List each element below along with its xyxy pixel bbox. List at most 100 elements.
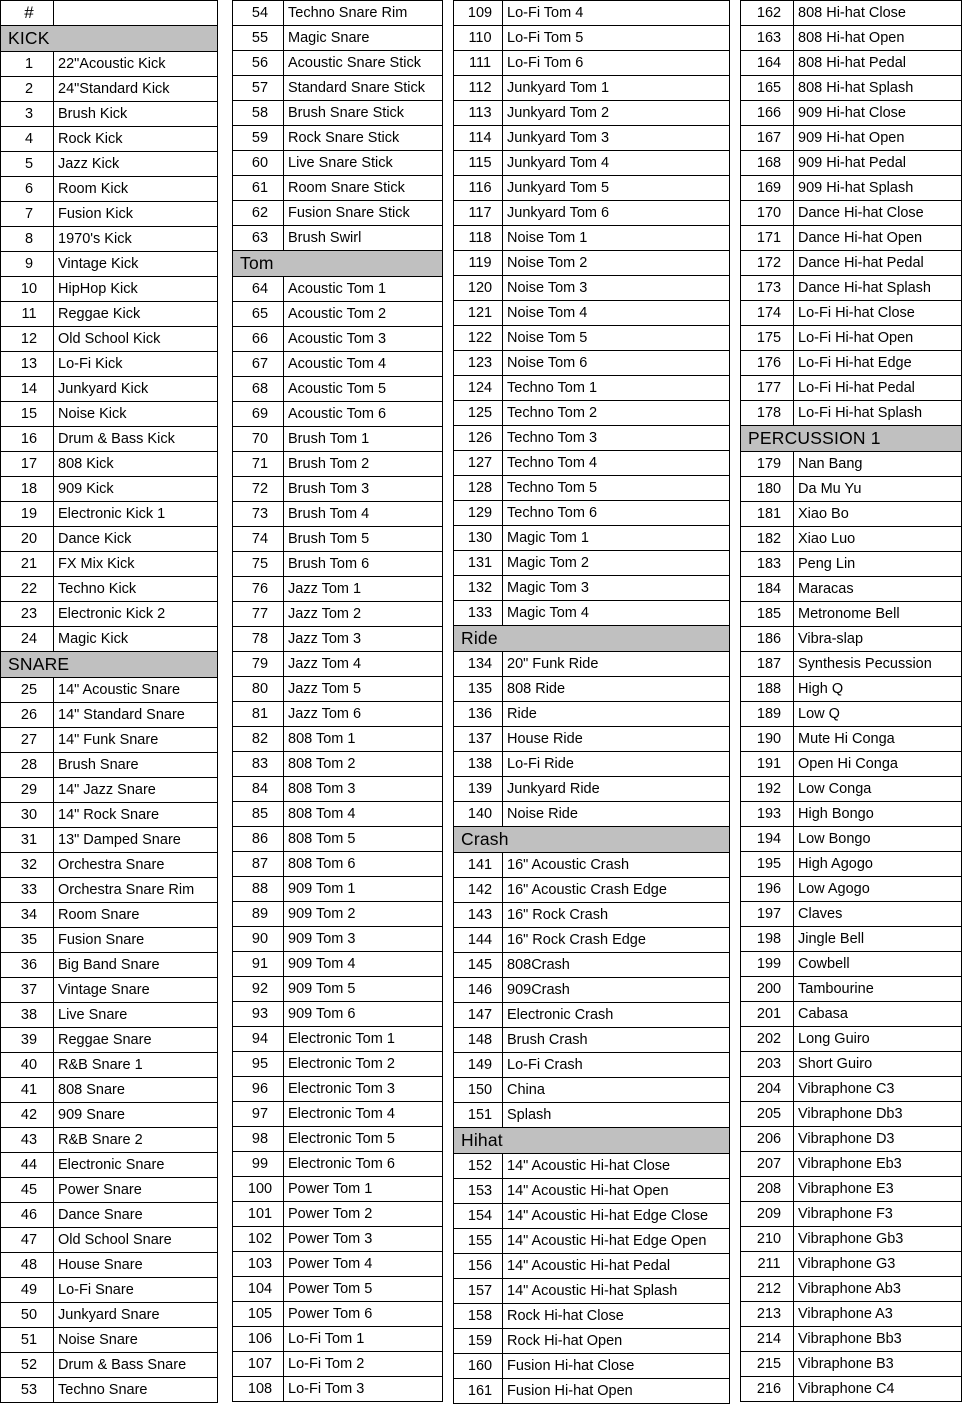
instrument-number: 173 [740,275,794,301]
instrument-number: 203 [740,1051,794,1077]
instrument-number: 73 [232,501,284,527]
instrument-number: 214 [740,1326,794,1352]
instrument-number: 87 [232,851,284,877]
instrument-name: Vibraphone Db3 [793,1101,962,1127]
instrument-number: 137 [453,726,503,752]
instrument-name: Techno Tom 1 [502,375,730,401]
instrument-name: Noise Kick [53,401,218,427]
column-header-number: # [0,0,54,26]
instrument-number: 64 [232,276,284,302]
table-row: 187 Synthesis Pecussion [740,651,962,677]
instrument-name: Lo-Fi Tom 6 [502,50,730,76]
instrument-name: Noise Tom 2 [502,250,730,276]
table-row: 84 808 Tom 3 [232,776,443,802]
instrument-number: 92 [232,976,284,1002]
table-row: 34 Room Snare [0,902,218,928]
instrument-name: Power Tom 3 [283,1226,443,1252]
section-header-row: SNARE [0,651,218,678]
instrument-number: 147 [453,1002,503,1028]
instrument-name: Fusion Hi-hat Close [502,1353,730,1379]
instrument-name: Brush Tom 3 [283,476,443,502]
instrument-name: Electronic Tom 2 [283,1051,443,1077]
instrument-number: 37 [0,977,54,1003]
instrument-number: 193 [740,801,794,827]
instrument-number: 194 [740,826,794,852]
table-row: 176 Lo-Fi Hi-hat Edge [740,350,962,376]
instrument-name: Reggae Kick [53,301,218,327]
table-row: 8 1970's Kick [0,226,218,252]
section-header-row: Ride [453,625,730,652]
instrument-name: HipHop Kick [53,276,218,302]
instrument-name: Jazz Tom 5 [283,676,443,702]
table-row: 206 Vibraphone D3 [740,1126,962,1152]
instrument-number: 17 [0,451,54,477]
instrument-number: 184 [740,576,794,602]
instrument-number: 148 [453,1027,503,1053]
instrument-number: 7 [0,201,54,227]
table-row: 144 16" Rock Crash Edge [453,927,730,953]
instrument-number: 103 [232,1251,284,1277]
table-row: 193 High Bongo [740,801,962,827]
instrument-number: 44 [0,1152,54,1178]
table-row: 31 13" Damped Snare [0,827,218,853]
table-row: 109 Lo-Fi Tom 4 [453,0,730,26]
instrument-number: 1 [0,51,54,77]
instrument-number: 22 [0,576,54,602]
instrument-name: Noise Tom 5 [502,325,730,351]
instrument-name: Vibraphone C3 [793,1076,962,1102]
instrument-name: 16" Acoustic Crash Edge [502,877,730,903]
instrument-name: Acoustic Tom 3 [283,326,443,352]
instrument-name: 14" Acoustic Hi-hat Close [502,1153,730,1179]
table-row: 140 Noise Ride [453,801,730,827]
table-row: 188 High Q [740,676,962,702]
instrument-name: 14" Acoustic Hi-hat Edge Open [502,1228,730,1254]
instrument-name: Splash [502,1102,730,1128]
instrument-name: Magic Tom 1 [502,525,730,551]
instrument-name: Techno Kick [53,576,218,602]
instrument-number: 20 [0,526,54,552]
table-row: 170 Dance Hi-hat Close [740,200,962,226]
table-row: 98 Electronic Tom 5 [232,1126,443,1152]
table-row: 19 Electronic Kick 1 [0,501,218,527]
instrument-name: Noise Snare [53,1327,218,1353]
instrument-number: 4 [0,126,54,152]
instrument-number: 95 [232,1051,284,1077]
table-row: 163 808 Hi-hat Open [740,25,962,51]
instrument-number: 47 [0,1227,54,1253]
instrument-number: 142 [453,877,503,903]
table-row: 126 Techno Tom 3 [453,425,730,451]
table-row: 165 808 Hi-hat Splash [740,75,962,101]
section-header-label: KICK [0,25,218,52]
instrument-number: 186 [740,626,794,652]
table-row: 61 Room Snare Stick [232,175,443,201]
instrument-number: 146 [453,977,503,1003]
table-row: 148 Brush Crash [453,1027,730,1053]
instrument-name: 808 Tom 1 [283,726,443,752]
instrument-number: 211 [740,1251,794,1277]
instrument-name: Brush Snare Stick [283,100,443,126]
instrument-number: 109 [453,0,503,26]
instrument-name: 22"Acoustic Kick [53,51,218,77]
instrument-number: 199 [740,951,794,977]
instrument-number: 169 [740,175,794,201]
table-row: 185 Metronome Bell [740,601,962,627]
instrument-number: 32 [0,852,54,878]
table-row: 118 Noise Tom 1 [453,225,730,251]
instrument-number: 119 [453,250,503,276]
instrument-number: 143 [453,902,503,928]
table-row: 4 Rock Kick [0,126,218,152]
instrument-number: 85 [232,801,284,827]
instrument-number: 161 [453,1378,503,1404]
instrument-name: Lo-Fi Tom 2 [283,1351,443,1377]
table-row: 88 909 Tom 1 [232,876,443,902]
instrument-number: 13 [0,351,54,377]
instrument-name: Maracas [793,576,962,602]
table-row: 153 14" Acoustic Hi-hat Open [453,1178,730,1204]
instrument-name: Jazz Tom 3 [283,626,443,652]
instrument-number: 213 [740,1301,794,1327]
instrument-number: 88 [232,876,284,902]
instrument-number: 175 [740,325,794,351]
table-row: 112 Junkyard Tom 1 [453,75,730,101]
instrument-name: Drum & Bass Snare [53,1352,218,1378]
table-row: 57 Standard Snare Stick [232,75,443,101]
